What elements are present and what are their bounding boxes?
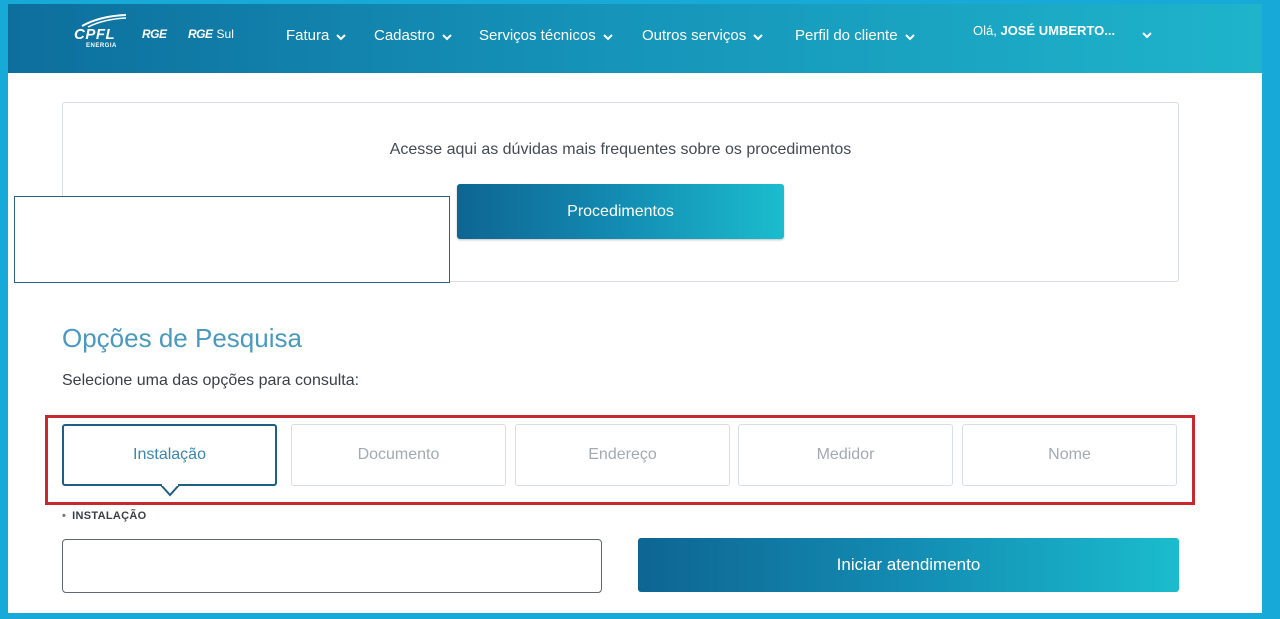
rge-sul-logo[interactable]: RGE Sul	[188, 27, 234, 41]
user-menu-chevron-icon[interactable]	[1142, 32, 1152, 39]
user-name: JOSÉ UMBERTO...	[1000, 23, 1116, 38]
cpfl-logo[interactable]: CPFL ENERGIA	[74, 14, 128, 52]
nav-outros-servicos[interactable]: Outros serviços	[642, 27, 763, 44]
nav-perfil-do-cliente[interactable]: Perfil do cliente	[795, 27, 915, 44]
required-dot: •	[62, 510, 67, 522]
nav-fatura[interactable]: Fatura	[286, 27, 347, 44]
rge-sul-logo-text: RGE	[188, 27, 213, 41]
procedures-text: Acesse aqui as dúvidas mais frequentes s…	[389, 141, 852, 158]
instalacao-input[interactable]	[62, 539, 602, 593]
option-endereco[interactable]: Endereço	[515, 424, 730, 486]
section-title: Opções de Pesquisa	[62, 323, 302, 353]
greeting-text: Olá,	[973, 23, 997, 38]
nav-fatura-label: Fatura	[286, 27, 330, 44]
chevron-down-icon	[442, 33, 452, 40]
section-subtitle: Selecione uma das opções para consulta:	[62, 372, 360, 389]
user-greeting: Olá, JOSÉ UMBERTO...	[973, 23, 1115, 38]
chevron-down-icon	[753, 33, 763, 40]
rge-sul-suffix: Sul	[216, 27, 234, 41]
top-header: CPFL ENERGIA RGE RGE Sul Fatura Cadastro …	[0, 0, 1280, 73]
option-nome[interactable]: Nome	[962, 424, 1177, 486]
window-frame	[0, 0, 1280, 619]
nav-servicos-tecnicos-label: Serviços técnicos	[479, 27, 596, 44]
rge-logo[interactable]: RGE	[142, 27, 167, 41]
option-instalacao[interactable]: Instalação	[62, 424, 277, 486]
logo-text: CPFL	[74, 26, 116, 43]
instalacao-field-label: • INSTALAÇÃO	[62, 510, 146, 522]
nav-outros-servicos-label: Outros serviços	[642, 27, 747, 44]
option-documento[interactable]: Documento	[291, 424, 506, 486]
option-medidor[interactable]: Medidor	[738, 424, 953, 486]
chevron-down-icon	[336, 33, 347, 40]
nav-cadastro-label: Cadastro	[374, 27, 435, 44]
chevron-down-icon	[904, 33, 915, 40]
nav-cadastro[interactable]: Cadastro	[374, 27, 452, 44]
instalacao-field-label-text: INSTALAÇÃO	[72, 510, 147, 522]
procedimentos-button[interactable]: Procedimentos	[457, 184, 784, 239]
selected-pointer-icon	[160, 484, 180, 497]
iniciar-atendimento-button[interactable]: Iniciar atendimento	[638, 538, 1179, 592]
overlay-box	[14, 196, 450, 283]
nav-perfil-do-cliente-label: Perfil do cliente	[795, 27, 898, 44]
nav-servicos-tecnicos[interactable]: Serviços técnicos	[479, 27, 613, 44]
logo-subtext: ENERGIA	[86, 43, 117, 49]
chevron-down-icon	[603, 33, 613, 40]
